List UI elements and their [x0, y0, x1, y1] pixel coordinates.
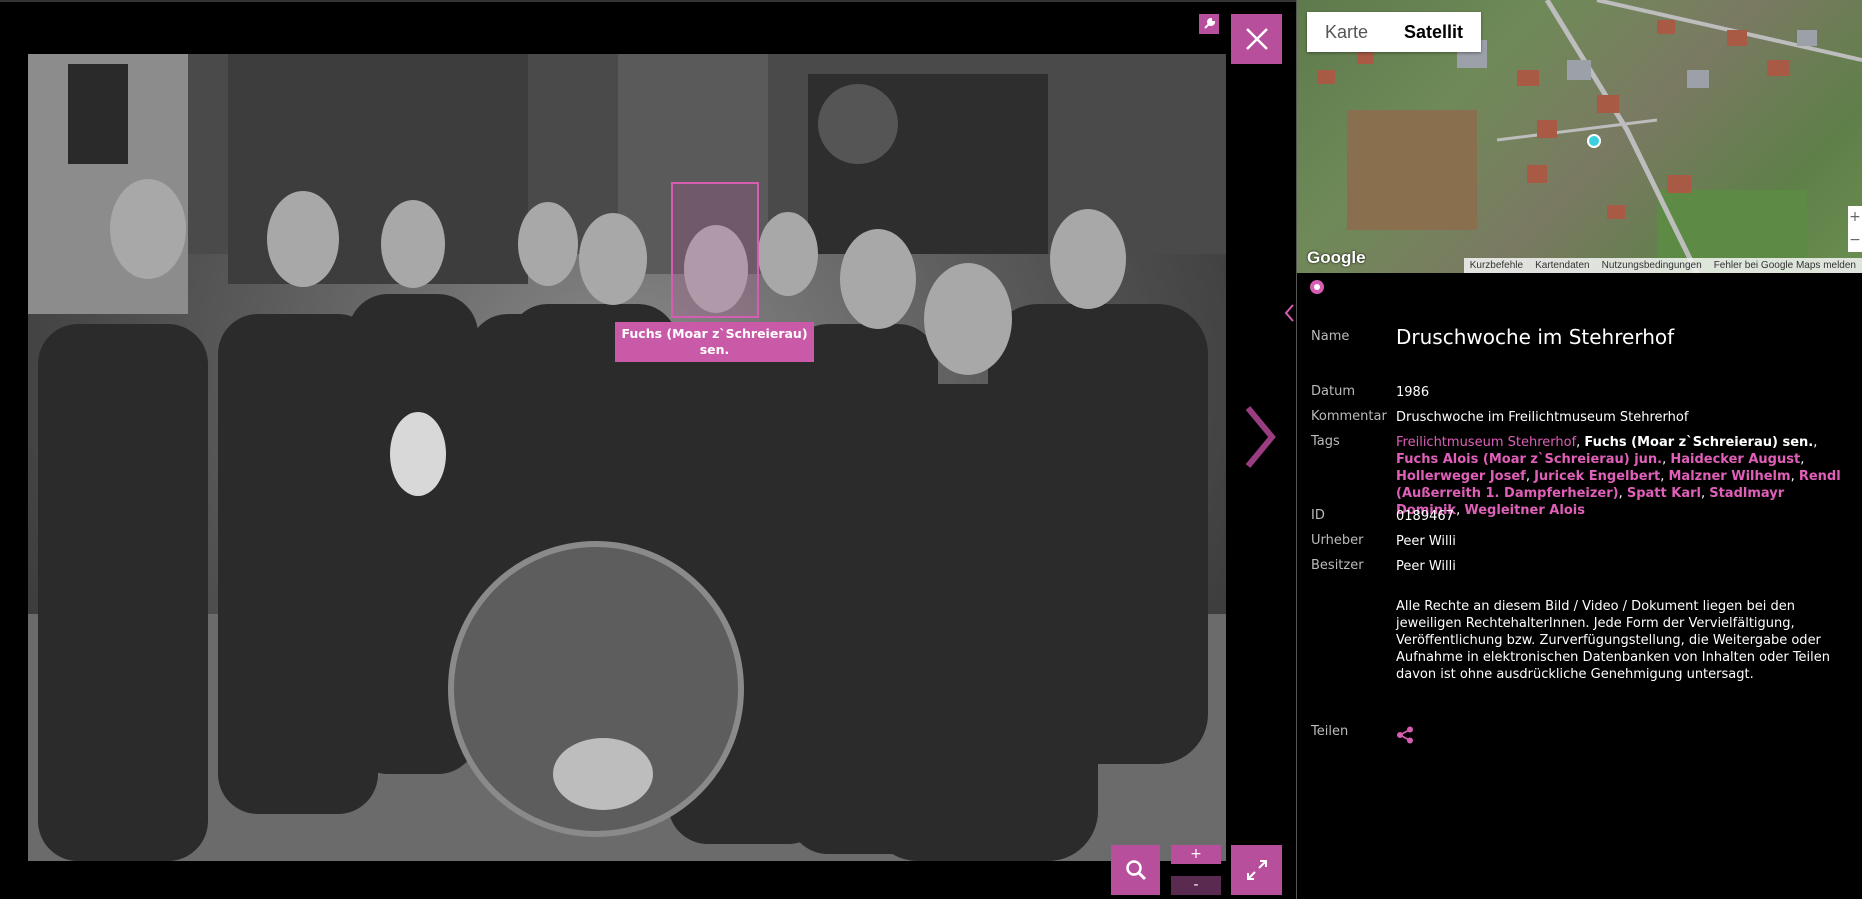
map-type-toggle: Karte Satellit: [1307, 12, 1482, 52]
close-button[interactable]: [1231, 14, 1282, 64]
detail-label-date: Datum: [1311, 384, 1355, 399]
tag-link[interactable]: Fuchs Alois (Moar z`Schreierau) jun.: [1396, 452, 1662, 467]
detail-label-name: Name: [1311, 329, 1350, 344]
chevron-right-icon: [1245, 406, 1276, 468]
face-tag-box[interactable]: [671, 182, 759, 318]
detail-value-name: Druschwoche im Stehrerhof: [1396, 325, 1675, 349]
search-icon: [1125, 860, 1146, 881]
map-zoom-out[interactable]: −: [1848, 229, 1862, 252]
detail-label-owner: Besitzer: [1311, 558, 1364, 573]
zoom-out-button[interactable]: -: [1171, 876, 1221, 895]
detail-value-id: 0189467: [1396, 509, 1454, 524]
location-marker[interactable]: [1587, 134, 1601, 148]
expand-icon: [1246, 860, 1267, 880]
zoom-in-button[interactable]: +: [1171, 845, 1221, 864]
wrench-button[interactable]: [1199, 14, 1219, 34]
wrench-icon: [1204, 17, 1216, 29]
face-tag-label[interactable]: Fuchs (Moar z`Schreierau) sen.: [615, 322, 814, 362]
map-type-satellit[interactable]: Satellit: [1386, 12, 1481, 52]
detail-value-creator: Peer Willi: [1396, 534, 1456, 549]
tag-link[interactable]: Spatt Karl: [1627, 486, 1701, 501]
photo-scene: [28, 54, 1226, 861]
detail-label-id: ID: [1311, 508, 1325, 523]
map-footer-shortcuts[interactable]: Kurzbefehle: [1464, 258, 1529, 273]
tag-link[interactable]: Malzner Wilhelm: [1668, 469, 1790, 484]
image-viewer: Fuchs (Moar z`Schreierau) sen. + -: [0, 0, 1296, 899]
tag-active[interactable]: Fuchs (Moar z`Schreierau) sen.: [1584, 435, 1813, 450]
detail-label-tags: Tags: [1311, 434, 1340, 449]
detail-label-comment: Kommentar: [1311, 409, 1387, 424]
map-footer-report[interactable]: Fehler bei Google Maps melden: [1708, 258, 1862, 273]
tag-list: Freilichtmuseum Stehrerhof, Fuchs (Moar …: [1396, 435, 1841, 518]
map-type-karte[interactable]: Karte: [1307, 12, 1386, 52]
photo[interactable]: [28, 54, 1226, 861]
search-button[interactable]: [1111, 845, 1160, 895]
next-image-button[interactable]: [1240, 402, 1280, 472]
tag-link[interactable]: Hollerweger Josef: [1396, 469, 1526, 484]
google-logo: Google: [1307, 248, 1366, 267]
detail-value-comment: Druschwoche im Freilichtmuseum Stehrerho…: [1396, 410, 1689, 425]
map-footer-terms[interactable]: Nutzungsbedingungen: [1596, 258, 1708, 273]
map-zoom-control: + −: [1848, 206, 1862, 252]
map-footer-mapdata[interactable]: Kartendaten: [1529, 258, 1596, 273]
tag-link[interactable]: Freilichtmuseum Stehrerhof: [1396, 435, 1576, 450]
share-icon: [1397, 726, 1413, 744]
close-icon: [1245, 28, 1268, 50]
rights-notice: Alle Rechte an diesem Bild / Video / Dok…: [1396, 599, 1831, 682]
detail-label-creator: Urheber: [1311, 533, 1364, 548]
details-panel: Name Druschwoche im Stehrerhof Datum 198…: [1297, 273, 1862, 899]
satellite-map[interactable]: Karte Satellit + − Google Kurzbefehle Ka…: [1297, 0, 1862, 273]
detail-value-owner: Peer Willi: [1396, 559, 1456, 574]
tag-link[interactable]: Haidecker August: [1670, 452, 1800, 467]
detail-value-date: 1986: [1396, 385, 1430, 400]
fullscreen-button[interactable]: [1231, 845, 1282, 895]
map-footer: Kurzbefehle Kartendaten Nutzungsbedingun…: [1463, 258, 1862, 273]
location-pin-icon[interactable]: [1310, 280, 1324, 294]
detail-label-share: Teilen: [1311, 724, 1349, 739]
tag-link[interactable]: Juricek Engelbert: [1534, 469, 1660, 484]
share-button[interactable]: [1396, 726, 1414, 744]
map-zoom-in[interactable]: +: [1848, 206, 1862, 229]
